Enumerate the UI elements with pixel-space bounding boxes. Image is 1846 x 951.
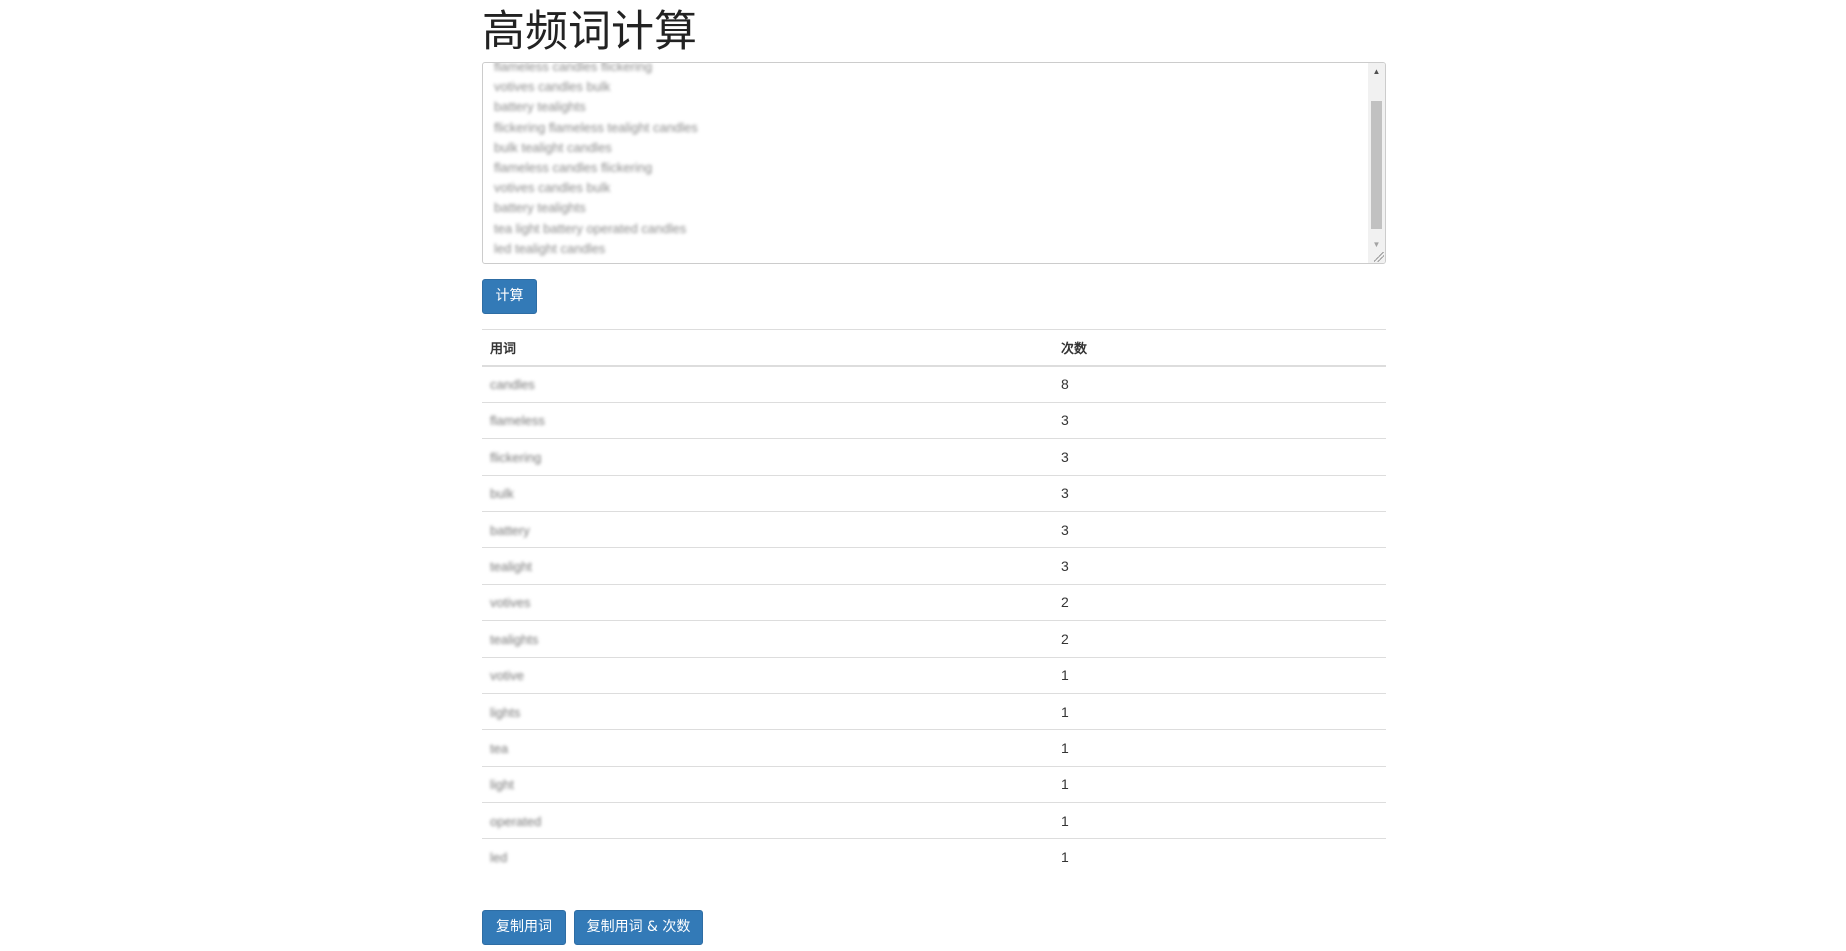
word-cell: flameless bbox=[490, 413, 545, 429]
word-cell: lights bbox=[490, 704, 521, 720]
scroll-thumb[interactable] bbox=[1371, 101, 1382, 229]
word-cell: votive bbox=[490, 668, 524, 684]
count-cell: 3 bbox=[1053, 438, 1386, 476]
word-column-header: 用词 bbox=[482, 328, 1053, 367]
scroll-down-arrow-icon[interactable]: ▼ bbox=[1368, 236, 1385, 253]
table-row: bulk 3 bbox=[482, 474, 1386, 512]
table-row: light 1 bbox=[482, 765, 1386, 803]
textarea-scrollbar[interactable]: ▲ ▼ bbox=[1368, 63, 1385, 263]
table-row: lights 1 bbox=[482, 692, 1386, 730]
copy-words-button[interactable]: 复制用词 bbox=[482, 910, 566, 945]
textarea-line: votives candles bulk bbox=[494, 79, 611, 95]
table-row: led 1 bbox=[482, 838, 1386, 876]
count-cell: 3 bbox=[1053, 401, 1386, 439]
word-cell: light bbox=[490, 777, 514, 793]
table-row: candles 8 bbox=[482, 365, 1386, 403]
textarea-line: flameless candles flickering bbox=[494, 159, 653, 175]
textarea-line: flameless candles flickering bbox=[494, 62, 653, 74]
table-row: tealight 3 bbox=[482, 547, 1386, 585]
table-row: operated 1 bbox=[482, 802, 1386, 839]
page-title: 高频词计算 bbox=[482, 7, 697, 57]
word-cell: tealight bbox=[490, 559, 532, 575]
count-cell: 1 bbox=[1053, 656, 1386, 694]
textarea-line: battery tealights bbox=[494, 99, 586, 115]
word-cell: led bbox=[490, 850, 508, 866]
copy-words-counts-button[interactable]: 复制用词 & 次数 bbox=[574, 910, 703, 945]
word-cell: tea bbox=[490, 740, 509, 756]
count-cell: 8 bbox=[1053, 365, 1386, 403]
table-row: flameless 3 bbox=[482, 401, 1386, 439]
count-cell: 2 bbox=[1053, 620, 1386, 658]
count-cell: 3 bbox=[1053, 510, 1386, 548]
table-row: tea 1 bbox=[482, 729, 1386, 767]
count-column-header: 次数 bbox=[1053, 328, 1386, 367]
resize-grip-icon[interactable] bbox=[1374, 252, 1384, 262]
count-cell: 3 bbox=[1053, 547, 1386, 585]
table-row: votives 2 bbox=[482, 583, 1386, 621]
textarea-line: battery tealights bbox=[494, 200, 586, 216]
textarea-line: bulk tealight candles bbox=[494, 139, 612, 155]
count-cell: 3 bbox=[1053, 474, 1386, 512]
count-cell: 1 bbox=[1053, 802, 1386, 839]
calculate-button[interactable]: 计算 bbox=[482, 279, 537, 314]
table-row: battery 3 bbox=[482, 510, 1386, 548]
word-cell: tealights bbox=[490, 631, 539, 647]
table-row: flickering 3 bbox=[482, 438, 1386, 476]
textarea-line: flickering flameless tealight candles bbox=[494, 119, 698, 135]
count-cell: 1 bbox=[1053, 838, 1386, 876]
count-cell: 1 bbox=[1053, 765, 1386, 803]
results-table: 用词 次数 candles 8 flameless 3 flickering 3 bu… bbox=[482, 328, 1386, 876]
count-cell: 2 bbox=[1053, 583, 1386, 621]
count-cell: 1 bbox=[1053, 692, 1386, 730]
textarea-line: led tealight candles bbox=[494, 240, 606, 256]
textarea-content: flameless candles flickering votives can… bbox=[494, 62, 1365, 259]
word-cell: candles bbox=[490, 377, 535, 393]
keywords-textarea[interactable]: flameless candles flickering votives can… bbox=[482, 62, 1386, 264]
word-cell: votives bbox=[490, 595, 531, 611]
table-row: votive 1 bbox=[482, 656, 1386, 694]
scroll-up-arrow-icon[interactable]: ▲ bbox=[1368, 63, 1385, 80]
table-row: tealights 2 bbox=[482, 620, 1386, 658]
textarea-line: votives candles bulk bbox=[494, 180, 611, 196]
word-cell: battery bbox=[490, 522, 530, 538]
word-cell: flickering bbox=[490, 449, 542, 465]
textarea-line: tea light battery operated candles bbox=[494, 220, 687, 236]
word-cell: bulk bbox=[490, 486, 514, 502]
table-header-row: 用词 次数 bbox=[482, 328, 1386, 367]
word-cell: operated bbox=[490, 813, 542, 829]
count-cell: 1 bbox=[1053, 729, 1386, 767]
